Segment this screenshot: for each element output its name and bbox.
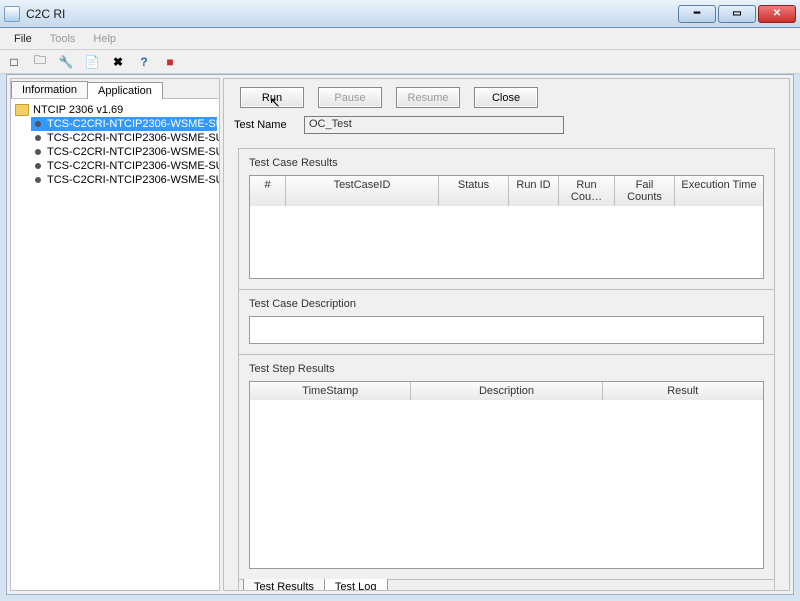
col-run-id[interactable]: Run ID: [509, 176, 559, 206]
window-controls: ━ ▭ ✕: [678, 5, 796, 23]
col-exec-time[interactable]: Execution Time: [675, 176, 763, 206]
group-title: Test Case Description: [249, 298, 764, 310]
titlebar: C2C RI ━ ▭ ✕: [0, 0, 800, 28]
bullet-icon: [35, 163, 41, 169]
action-row: Run ↖ Pause Resume Close: [224, 79, 789, 112]
tree-item-label: TCS-C2CRI-NTCIP2306-WSME-SUT-SHSP-EC: [47, 132, 219, 144]
run-button-label: Run: [262, 92, 282, 104]
window-title: C2C RI: [26, 7, 678, 21]
tree-children: TCS-C2CRI-NTCIP2306-WSME-SUT-SHRR-EC TCS…: [13, 117, 217, 187]
tree-root-label: NTCIP 2306 v1.69: [33, 104, 123, 116]
bullet-icon: [35, 149, 41, 155]
tree-item[interactable]: TCS-C2CRI-NTCIP2306-WSME-SUT-SHSP-EC: [31, 131, 217, 145]
tree-root[interactable]: NTCIP 2306 v1.69: [13, 103, 217, 117]
grid-body: [250, 206, 763, 278]
tree-item-label: TCS-C2CRI-NTCIP2306-WSME-SUT-XHRO-EC: [47, 160, 219, 172]
doc-icon[interactable]: 📄: [84, 54, 100, 70]
menubar: File Tools Help: [0, 28, 800, 50]
bullet-icon: [35, 135, 41, 141]
right-inner: Test Case Results # TestCaseID Status Ru…: [224, 142, 789, 590]
bullet-icon: [35, 121, 41, 127]
run-button[interactable]: Run ↖: [240, 87, 304, 108]
tree-item-label: TCS-C2CRI-NTCIP2306-WSME-SUT-XHRR-EC: [47, 174, 219, 186]
tree-item[interactable]: TCS-C2CRI-NTCIP2306-WSME-SUT-SHRR-EC: [31, 117, 217, 131]
tree-view[interactable]: NTCIP 2306 v1.69 TCS-C2CRI-NTCIP2306-WSM…: [11, 99, 219, 590]
col-fail-counts[interactable]: Fail Counts: [615, 176, 675, 206]
menu-help[interactable]: Help: [85, 31, 124, 47]
left-pane: Information Application NTCIP 2306 v1.69…: [10, 78, 220, 591]
minimize-button[interactable]: ━: [678, 5, 716, 23]
help-icon[interactable]: ?: [136, 54, 152, 70]
test-name-field[interactable]: OC_Test: [304, 116, 564, 134]
test-name-label: Test Name: [234, 119, 294, 131]
grid-body: [250, 400, 763, 568]
tab-information[interactable]: Information: [11, 81, 88, 98]
bullet-icon: [35, 177, 41, 183]
group-title: Test Case Results: [249, 157, 764, 169]
col-testcaseid[interactable]: TestCaseID: [286, 176, 439, 206]
settings-icon[interactable]: ✖: [110, 54, 126, 70]
case-results-grid[interactable]: # TestCaseID Status Run ID Run Cou… Fail…: [249, 175, 764, 279]
open-icon[interactable]: 🗀: [32, 54, 48, 70]
group-test-case-description: Test Case Description: [238, 290, 775, 355]
grid-header: TimeStamp Description Result: [250, 382, 763, 400]
tree-item[interactable]: TCS-C2CRI-NTCIP2306-WSME-SUT-XHRR-EC: [31, 173, 217, 187]
wrench-icon[interactable]: 🔧: [58, 54, 74, 70]
app-icon: [4, 6, 20, 22]
folder-icon: [15, 104, 29, 116]
col-num[interactable]: #: [250, 176, 286, 206]
tab-test-log[interactable]: Test Log: [324, 579, 388, 590]
pause-button[interactable]: Pause: [318, 87, 382, 108]
group-test-step-results: Test Step Results TimeStamp Description …: [238, 355, 775, 580]
group-test-case-results: Test Case Results # TestCaseID Status Ru…: [238, 148, 775, 290]
stop-icon[interactable]: ■: [162, 54, 178, 70]
toolbar: □ 🗀 🔧 📄 ✖ ? ■: [0, 50, 800, 74]
client-area: Information Application NTCIP 2306 v1.69…: [6, 74, 794, 595]
new-icon[interactable]: □: [6, 54, 22, 70]
tree-item-label: TCS-C2CRI-NTCIP2306-WSME-SUT-XFRO-EC: [47, 146, 219, 158]
description-box[interactable]: [249, 316, 764, 344]
tree-item-label: TCS-C2CRI-NTCIP2306-WSME-SUT-SHRR-EC: [47, 118, 219, 130]
menu-file[interactable]: File: [6, 31, 40, 47]
col-status[interactable]: Status: [439, 176, 509, 206]
col-timestamp[interactable]: TimeStamp: [250, 382, 411, 400]
close-button[interactable]: Close: [474, 87, 538, 108]
tab-application[interactable]: Application: [87, 82, 163, 99]
maximize-button[interactable]: ▭: [718, 5, 756, 23]
close-window-button[interactable]: ✕: [758, 5, 796, 23]
tree-item[interactable]: TCS-C2CRI-NTCIP2306-WSME-SUT-XFRO-EC: [31, 145, 217, 159]
col-description[interactable]: Description: [411, 382, 602, 400]
right-pane: Run ↖ Pause Resume Close Test Name OC_Te…: [223, 78, 790, 591]
test-name-row: Test Name OC_Test: [224, 112, 789, 142]
menu-tools[interactable]: Tools: [42, 31, 84, 47]
step-results-grid[interactable]: TimeStamp Description Result: [249, 381, 764, 569]
tab-test-results[interactable]: Test Results: [243, 579, 325, 590]
left-tabs: Information Application: [11, 79, 219, 99]
resume-button[interactable]: Resume: [396, 87, 460, 108]
group-title: Test Step Results: [249, 363, 764, 375]
bottom-tabs: Test Results Test Log: [238, 580, 775, 590]
grid-header: # TestCaseID Status Run ID Run Cou… Fail…: [250, 176, 763, 206]
col-run-count[interactable]: Run Cou…: [559, 176, 615, 206]
col-result[interactable]: Result: [603, 382, 763, 400]
tree-item[interactable]: TCS-C2CRI-NTCIP2306-WSME-SUT-XHRO-EC: [31, 159, 217, 173]
